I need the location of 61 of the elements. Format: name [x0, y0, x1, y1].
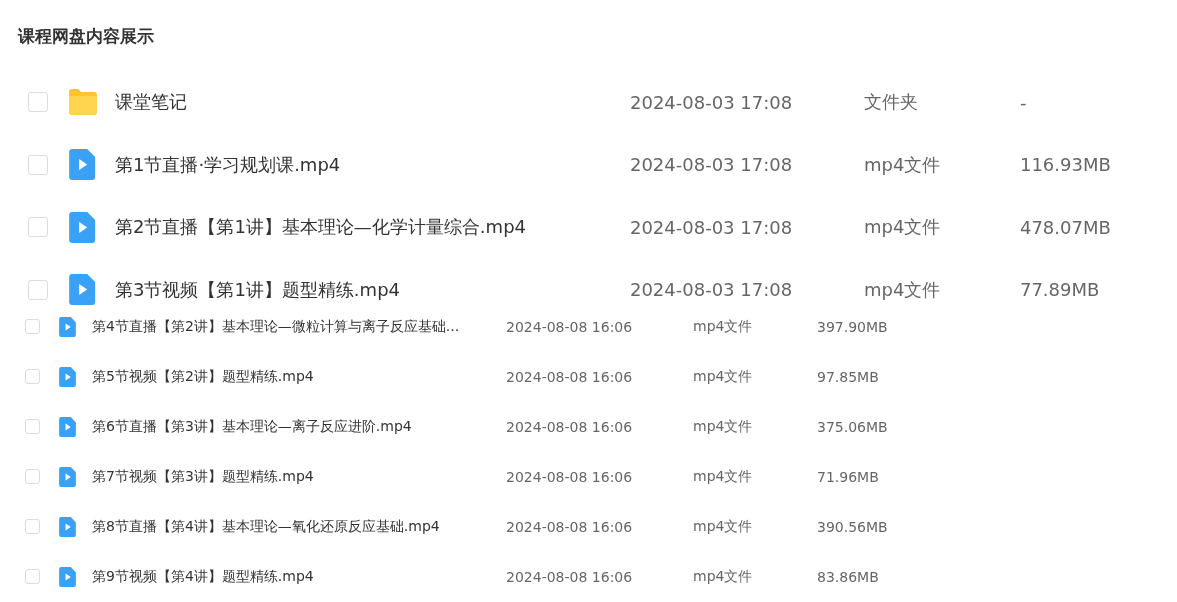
page-title: 课程网盘内容展示 — [18, 25, 155, 48]
video-file-icon — [69, 211, 96, 243]
file-name[interactable]: 第8节直播【第4讲】基本理论—氧化还原反应基础.mp4 — [92, 517, 506, 536]
file-size: 478.07MB — [1019, 216, 1112, 238]
file-name[interactable]: 第1节直播·学习规划课.mp4 — [114, 152, 630, 177]
video-file-icon — [58, 316, 76, 337]
video-file-icon — [69, 274, 96, 305]
file-type: 文件夹 — [864, 90, 919, 114]
file-size: 390.56MB — [817, 518, 889, 535]
checkbox[interactable] — [25, 319, 40, 334]
video-file-icon — [69, 149, 96, 180]
file-size: 97.85MB — [817, 368, 880, 385]
file-size: 375.06MB — [817, 418, 889, 435]
file-name[interactable]: 第6节直播【第3讲】基本理论—离子反应进阶.mp4 — [92, 417, 506, 436]
file-name[interactable]: 第5节视频【第2讲】题型精练.mp4 — [92, 367, 506, 386]
checkbox[interactable] — [28, 92, 48, 112]
file-type: mp4文件 — [693, 317, 754, 336]
modified-date: 2024-08-08 16:06 — [506, 318, 634, 335]
modified-date: 2024-08-03 17:08 — [629, 216, 794, 238]
modified-date: 2024-08-03 17:08 — [629, 279, 794, 300]
checkbox[interactable] — [25, 469, 40, 484]
file-type: mp4文件 — [863, 277, 942, 302]
modified-date: 2024-08-08 16:06 — [506, 368, 634, 385]
file-size: 71.96MB — [817, 468, 880, 485]
file-type: mp4文件 — [863, 215, 942, 239]
checkbox[interactable] — [25, 369, 40, 384]
checkbox[interactable] — [25, 519, 40, 534]
modified-date: 2024-08-08 16:06 — [506, 468, 634, 485]
file-type: mp4文件 — [693, 367, 754, 386]
modified-date: 2024-08-08 16:06 — [506, 418, 634, 435]
checkbox[interactable] — [28, 279, 48, 300]
modified-date: 2024-08-08 16:06 — [506, 518, 634, 535]
video-file-icon — [58, 516, 76, 537]
folder-icon — [67, 88, 98, 116]
modified-date: 2024-08-03 17:08 — [630, 91, 794, 113]
video-file-icon — [58, 466, 76, 487]
checkbox[interactable] — [25, 569, 40, 584]
file-size: 83.86MB — [817, 568, 880, 585]
file-name[interactable]: 第7节视频【第3讲】题型精练.mp4 — [92, 467, 506, 486]
file-name[interactable]: 课堂笔记 — [115, 90, 630, 114]
video-file-icon — [58, 416, 76, 437]
file-name[interactable]: 第4节直播【第2讲】基本理论—微粒计算与离子反应基础... — [92, 317, 506, 336]
file-size: 397.90MB — [817, 318, 889, 335]
file-size: 77.89MB — [1019, 279, 1101, 300]
file-name[interactable]: 第3节视频【第1讲】题型精练.mp4 — [114, 277, 630, 302]
file-name[interactable]: 第2节直播【第1讲】基本理论—化学计量综合.mp4 — [114, 215, 630, 239]
modified-date: 2024-08-08 16:06 — [506, 568, 634, 585]
checkbox[interactable] — [28, 217, 48, 237]
file-type: mp4文件 — [693, 567, 754, 586]
file-type: mp4文件 — [693, 417, 754, 436]
file-type: mp4文件 — [693, 517, 754, 536]
modified-date: 2024-08-03 17:08 — [629, 154, 794, 175]
file-size: 116.93MB — [1019, 154, 1112, 175]
file-name[interactable]: 第9节视频【第4讲】题型精练.mp4 — [92, 567, 506, 586]
video-file-icon — [58, 366, 76, 387]
file-type: mp4文件 — [863, 152, 942, 177]
file-type: mp4文件 — [693, 467, 754, 486]
file-size: - — [1020, 91, 1028, 113]
video-file-icon — [58, 566, 76, 587]
checkbox[interactable] — [28, 154, 48, 175]
checkbox[interactable] — [25, 419, 40, 434]
